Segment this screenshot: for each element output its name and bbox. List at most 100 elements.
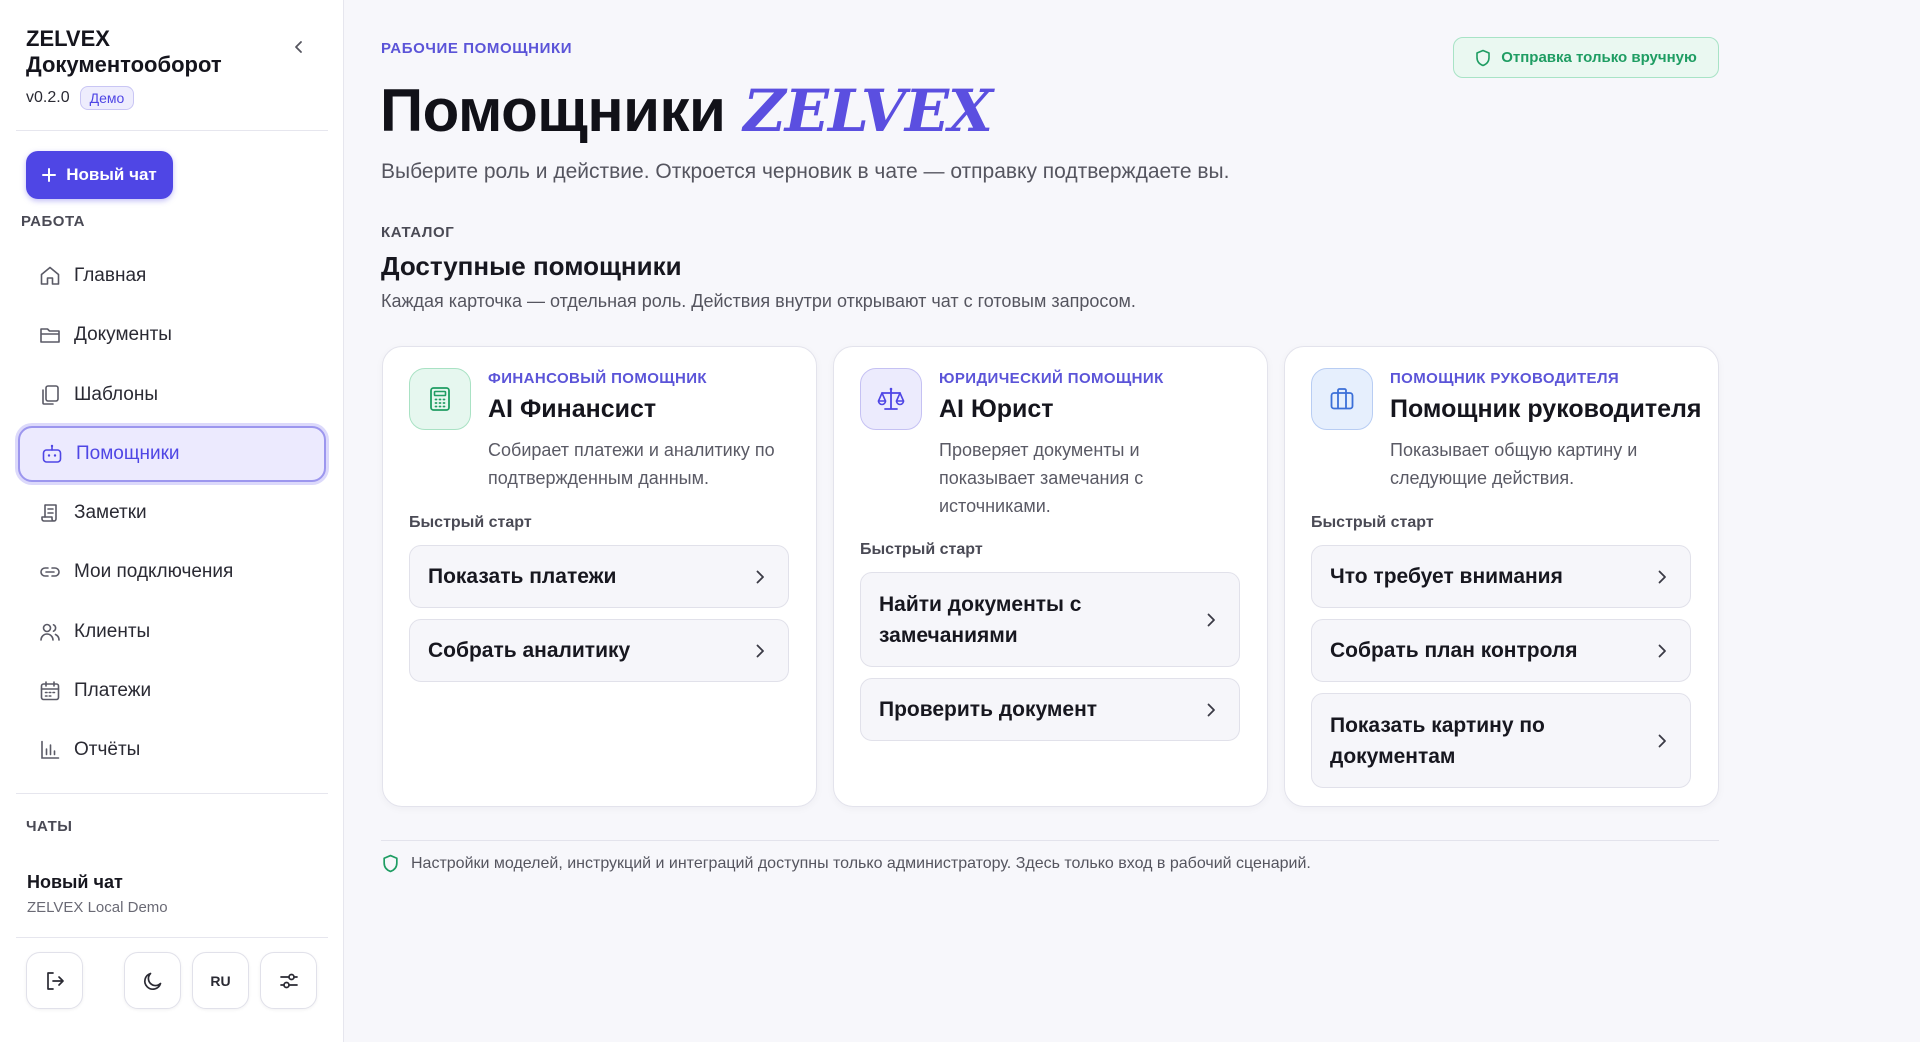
page-title-text: Помощники <box>380 77 726 144</box>
card-kicker: ЮРИДИЧЕСКИЙ ПОМОЩНИК <box>939 370 1164 387</box>
sliders-icon <box>279 973 298 988</box>
home-icon <box>40 266 60 285</box>
work-section-label: РАБОТА <box>21 213 86 230</box>
logout-button[interactable] <box>26 952 83 1009</box>
chevron-right-icon <box>756 644 764 657</box>
quick-start-label: Быстрый старт <box>1311 514 1434 531</box>
chat-list-item[interactable]: Новый чат ZELVEX Local Demo <box>27 872 168 916</box>
card-kicker: ФИНАНСОВЫЙ ПОМОЩНИК <box>488 370 707 387</box>
version-label: v0.2.0 <box>26 89 70 106</box>
admin-note: Настройки моделей, инструкций и интеграц… <box>382 854 1311 873</box>
action-label: Собрать план контроля <box>1330 639 1578 662</box>
manual-send-label: Отправка только вручную <box>1501 49 1697 66</box>
action-documents-overview-button[interactable]: Показать картину по документам <box>1311 693 1691 788</box>
chat-subtitle: ZELVEX Local Demo <box>27 899 168 916</box>
sidebar-item-notes[interactable]: Заметки <box>18 485 326 541</box>
action-control-plan-button[interactable]: Собрать план контроля <box>1311 619 1691 682</box>
sidebar-item-templates[interactable]: Шаблоны <box>18 367 326 423</box>
scroll-icon <box>41 504 57 522</box>
new-chat-button[interactable]: Новый чат <box>26 151 173 199</box>
calendar-icon <box>40 681 60 701</box>
card-description: Проверяет документы и показывает замечан… <box>939 440 1144 516</box>
sidebar-item-connections[interactable]: Мои подключения <box>18 544 326 600</box>
logout-icon <box>46 971 64 990</box>
action-show-payments-button[interactable]: Показать платежи <box>409 545 789 608</box>
users-icon <box>40 623 60 641</box>
sidebar-nav: Главная Документы Шаблоны Помощники Заме… <box>18 248 326 782</box>
folder-icon <box>40 328 60 344</box>
sidebar-item-reports[interactable]: Отчёты <box>18 722 326 778</box>
collapse-sidebar-button[interactable] <box>286 34 312 60</box>
sidebar-divider <box>16 793 328 794</box>
chat-title: Новый чат <box>27 872 123 892</box>
chats-section-label: ЧАТЫ <box>26 818 73 835</box>
brand: ZELVEX Документооборот v0.2.0 Демо <box>26 26 222 110</box>
chevron-right-icon <box>756 570 764 583</box>
admin-note-text: Настройки моделей, инструкций и интеграц… <box>411 854 1311 872</box>
chevron-left-icon <box>295 41 302 53</box>
scales-icon <box>877 387 905 410</box>
bot-icon <box>42 444 62 463</box>
page-title: Помощники ZELVEX <box>380 76 993 145</box>
plus-icon <box>42 168 57 182</box>
action-check-document-button[interactable]: Проверить документ <box>860 678 1240 741</box>
card-description: Собирает платежи и аналитику по подтверж… <box>488 440 775 488</box>
catalog-description: Каждая карточка — отдельная роль. Действ… <box>381 291 1136 311</box>
card-icon-box <box>860 368 922 430</box>
chevron-right-icon <box>1658 644 1666 657</box>
theme-toggle-button[interactable] <box>124 952 181 1009</box>
catalog-title: Доступные помощники <box>381 251 682 281</box>
action-label: Что требует внимания <box>1330 565 1563 588</box>
sidebar-item-clients[interactable]: Клиенты <box>18 604 326 660</box>
chevron-right-icon <box>1207 613 1215 626</box>
card-kicker: ПОМОЩНИК РУКОВОДИТЕЛЯ <box>1390 370 1620 387</box>
card-title: Помощник руководителя <box>1390 395 1702 423</box>
sidebar-item-documents[interactable]: Документы <box>18 307 326 363</box>
sidebar-item-label: Клиенты <box>74 620 151 642</box>
version-row: v0.2.0 Демо <box>26 86 222 110</box>
sidebar-item-assistants[interactable]: Помощники <box>18 425 326 482</box>
chevron-right-icon <box>1207 703 1215 716</box>
card-icon-box <box>409 368 471 430</box>
sidebar-item-label: Заметки <box>74 502 147 524</box>
sidebar-item-label: Отчёты <box>74 739 141 761</box>
sidebar-item-label: Шаблоны <box>74 383 159 405</box>
sidebar-item-label: Мои подключения <box>74 561 234 583</box>
action-needs-attention-button[interactable]: Что требует внимания <box>1311 545 1691 608</box>
copy-icon <box>42 384 59 405</box>
footer-divider <box>381 840 1719 841</box>
assistant-card-finance: ФИНАНСОВЫЙ ПОМОЩНИК AI Финансист Собирае… <box>382 346 817 807</box>
sidebar-item-payments[interactable]: Платежи <box>18 663 326 719</box>
quick-start-label: Быстрый старт <box>409 514 532 531</box>
sidebar-item-label: Документы <box>74 324 172 346</box>
brand-name: ZELVEX <box>26 26 110 51</box>
card-title: AI Юрист <box>939 395 1054 423</box>
demo-badge: Демо <box>79 86 135 110</box>
action-collect-analytics-button[interactable]: Собрать аналитику <box>409 619 789 682</box>
link-icon <box>40 567 60 578</box>
sidebar-item-label: Главная <box>74 265 147 286</box>
main-content: РАБОЧИЕ ПОМОЩНИКИ Отправка только вручну… <box>344 0 1920 1042</box>
moon-icon <box>143 972 161 990</box>
card-description: Показывает общую картину и следующие дей… <box>1390 440 1638 488</box>
settings-button[interactable] <box>260 952 317 1009</box>
action-label: Собрать аналитику <box>428 639 631 662</box>
language-button[interactable]: RU <box>192 952 249 1009</box>
action-label: Показать картину по документам <box>1330 713 1545 768</box>
calculator-icon <box>430 387 450 411</box>
sidebar-divider <box>16 130 328 131</box>
sidebar-divider <box>16 937 328 938</box>
sidebar-item-home[interactable]: Главная <box>18 248 326 304</box>
sidebar-item-label: Платежи <box>74 680 152 702</box>
shield-icon <box>1476 49 1491 66</box>
page-lead: Выберите роль и действие. Откроется черн… <box>381 160 1230 183</box>
bar-chart-icon <box>41 741 60 760</box>
catalog-label: КАТАЛОГ <box>381 224 455 241</box>
briefcase-icon <box>1330 388 1354 410</box>
page-title-brand: ZELVEX <box>743 77 993 145</box>
chevron-right-icon <box>1658 734 1666 747</box>
action-find-flagged-documents-button[interactable]: Найти документы с замечаниями <box>860 572 1240 667</box>
manual-send-badge: Отправка только вручную <box>1453 37 1719 78</box>
assistant-card-legal: ЮРИДИЧЕСКИЙ ПОМОЩНИК AI Юрист Проверяет … <box>833 346 1268 807</box>
action-label: Найти документы с замечаниями <box>879 592 1082 647</box>
